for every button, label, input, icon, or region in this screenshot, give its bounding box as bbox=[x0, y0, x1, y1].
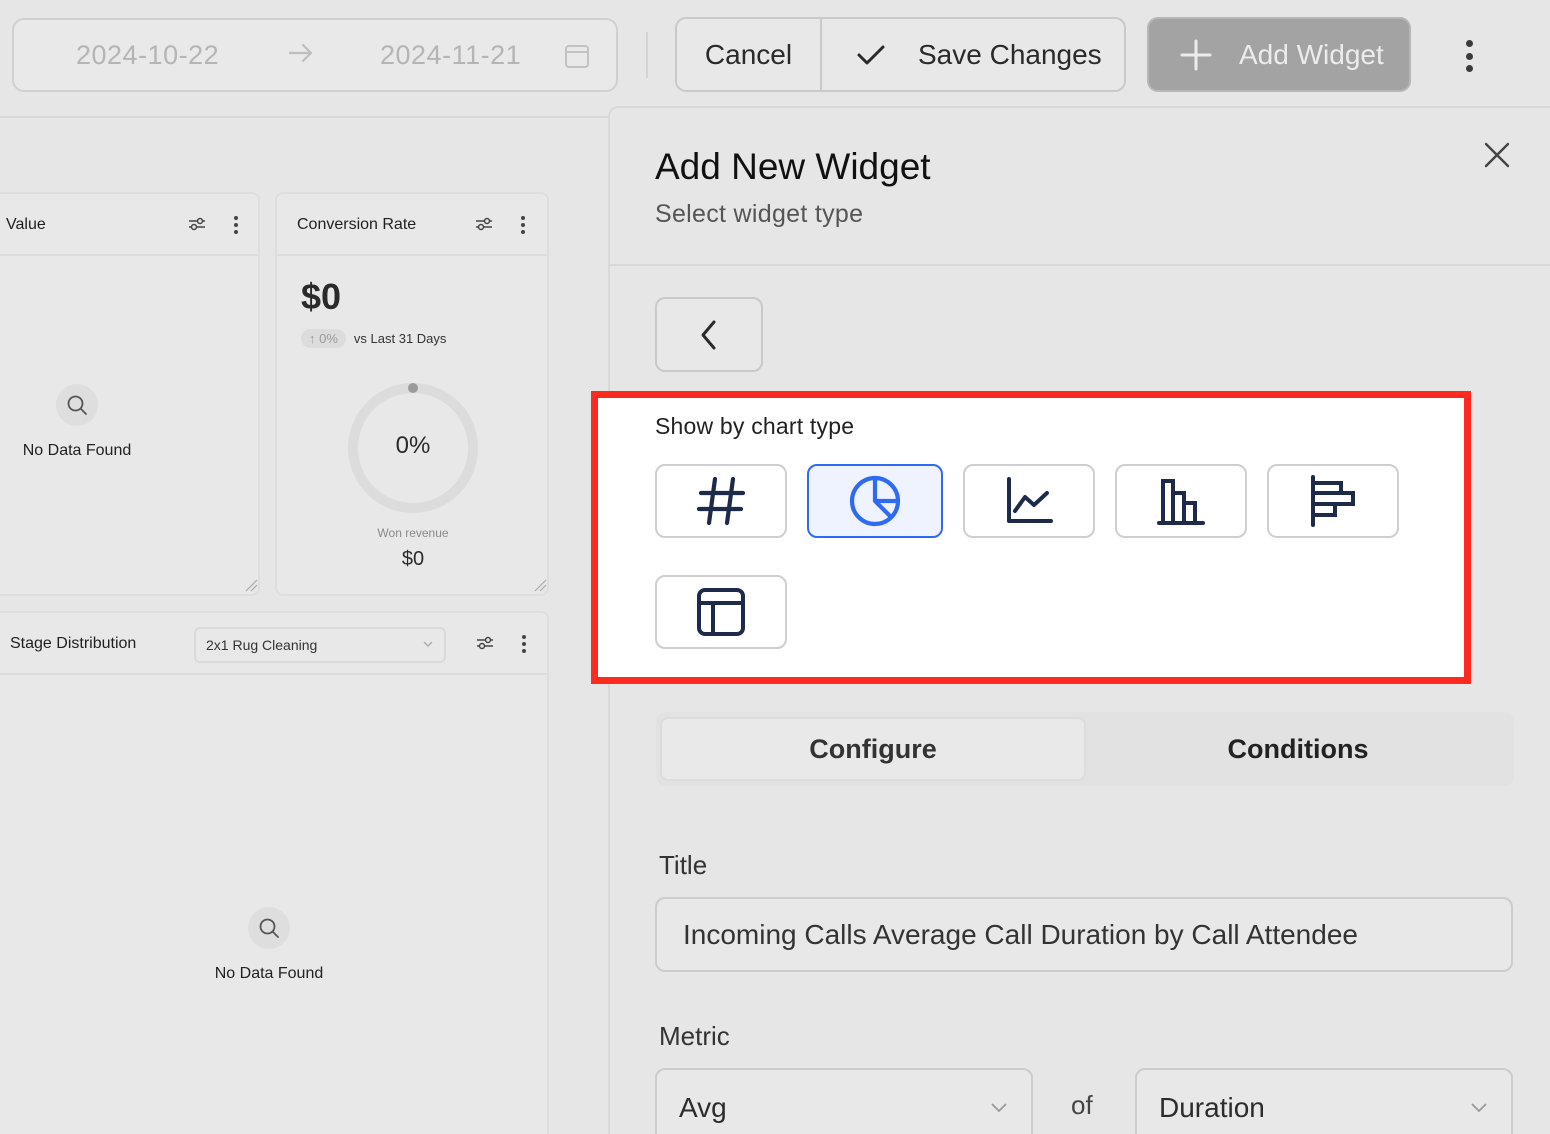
won-revenue-label: Won revenue bbox=[377, 526, 449, 540]
won-revenue-value: $0 bbox=[401, 548, 425, 570]
stage-distribution-card: Stage Distribution 2x1 Rug Cleaning No D… bbox=[0, 611, 549, 1134]
line-chart-icon bbox=[1007, 477, 1053, 523]
metric-value: $0 bbox=[301, 276, 342, 317]
more-options-icon[interactable] bbox=[1452, 36, 1486, 76]
resize-handle-icon[interactable] bbox=[533, 578, 547, 592]
hash-icon bbox=[696, 476, 746, 526]
pipeline-select[interactable]: 2x1 Rug Cleaning bbox=[194, 627, 446, 663]
title-input-value: Incoming Calls Average Call Duration by … bbox=[683, 918, 1358, 950]
resize-handle-icon[interactable] bbox=[244, 578, 258, 592]
of-label: of bbox=[1071, 1090, 1093, 1120]
empty-state: No Data Found bbox=[204, 907, 334, 983]
card-title: Stage Distribution bbox=[10, 635, 137, 652]
config-tabs: Configure Conditions bbox=[656, 712, 1514, 786]
back-button[interactable] bbox=[655, 297, 763, 372]
search-icon bbox=[248, 907, 290, 949]
save-changes-button[interactable]: Save Changes bbox=[822, 19, 1124, 90]
empty-state-text: No Data Found bbox=[22, 442, 132, 459]
card-menu-icon[interactable] bbox=[234, 216, 240, 234]
metric-field-label: Metric bbox=[659, 1021, 730, 1051]
trend-percent: 0% bbox=[319, 330, 338, 346]
value-card: Value No Data Found bbox=[0, 192, 260, 596]
chart-type-table[interactable] bbox=[655, 575, 787, 649]
close-icon[interactable] bbox=[1482, 140, 1512, 175]
trend-indicator: ↑ 0% vs Last 31 Days bbox=[301, 328, 446, 348]
filter-sliders-icon[interactable] bbox=[188, 216, 206, 237]
metric-aggregate-select[interactable]: Avg bbox=[655, 1068, 1033, 1134]
gauge-percent: 0% bbox=[395, 432, 431, 459]
chart-type-horizontal-bar[interactable] bbox=[1267, 464, 1399, 538]
bar-chart-icon bbox=[1157, 479, 1205, 525]
panel-header-divider bbox=[608, 264, 1550, 266]
title-field-label: Title bbox=[659, 850, 708, 880]
chart-type-number[interactable] bbox=[655, 464, 787, 538]
filter-sliders-icon[interactable] bbox=[476, 635, 494, 656]
plus-icon bbox=[1180, 39, 1212, 70]
metric-aggregate-value: Avg bbox=[679, 1092, 727, 1123]
panel-title: Add New Widget bbox=[655, 146, 931, 187]
panel-subtitle: Select widget type bbox=[655, 200, 864, 228]
date-start: 2024-10-22 bbox=[76, 40, 220, 70]
empty-state: No Data Found bbox=[12, 384, 142, 460]
chevron-down-icon bbox=[423, 641, 433, 647]
card-title: Conversion Rate bbox=[297, 216, 417, 233]
card-menu-icon[interactable] bbox=[521, 216, 527, 234]
calendar-icon[interactable] bbox=[564, 42, 590, 75]
date-end: 2024-11-21 bbox=[380, 40, 522, 70]
card-menu-icon[interactable] bbox=[522, 635, 528, 653]
pie-chart-icon bbox=[849, 475, 901, 527]
gauge-marker bbox=[408, 383, 418, 393]
conversion-rate-card: Conversion Rate $0 ↑ 0% vs Last 31 Days … bbox=[275, 192, 549, 596]
pipeline-select-value: 2x1 Rug Cleaning bbox=[206, 637, 318, 653]
horizontal-bar-chart-icon bbox=[1311, 475, 1355, 527]
chart-type-pie[interactable] bbox=[807, 464, 943, 538]
chart-type-label: Show by chart type bbox=[655, 413, 855, 439]
save-changes-label: Save Changes bbox=[918, 38, 1102, 70]
table-icon bbox=[697, 588, 745, 636]
add-widget-label: Add Widget bbox=[1239, 38, 1384, 70]
trend-badge: ↑ 0% bbox=[301, 328, 346, 348]
cancel-button[interactable]: Cancel bbox=[677, 19, 822, 90]
dashboard-divider bbox=[0, 116, 610, 118]
date-range-picker[interactable]: 2024-10-22 2024-11-21 bbox=[12, 18, 618, 92]
tab-conditions[interactable]: Conditions bbox=[1086, 717, 1510, 781]
trend-compare-text: vs Last 31 Days bbox=[353, 330, 447, 346]
filter-sliders-icon[interactable] bbox=[475, 216, 493, 237]
tab-configure[interactable]: Configure bbox=[660, 717, 1086, 781]
card-title: Value bbox=[6, 216, 46, 233]
search-icon bbox=[56, 384, 98, 426]
chevron-down-icon bbox=[991, 1103, 1007, 1113]
title-input[interactable]: Incoming Calls Average Call Duration by … bbox=[655, 897, 1513, 972]
chevron-down-icon bbox=[1471, 1103, 1487, 1113]
metric-field-select[interactable]: Duration bbox=[1135, 1068, 1513, 1134]
chart-type-bar[interactable] bbox=[1115, 464, 1247, 538]
toolbar-divider bbox=[646, 32, 648, 78]
add-widget-button[interactable]: Add Widget bbox=[1147, 17, 1411, 92]
arrow-right-icon bbox=[288, 42, 314, 69]
chevron-left-icon bbox=[701, 320, 716, 349]
metric-field-value: Duration bbox=[1159, 1092, 1265, 1123]
empty-state-text: No Data Found bbox=[214, 965, 324, 982]
check-icon bbox=[857, 45, 885, 64]
chart-type-line[interactable] bbox=[963, 464, 1095, 538]
edit-button-group: Cancel Save Changes bbox=[675, 17, 1126, 92]
